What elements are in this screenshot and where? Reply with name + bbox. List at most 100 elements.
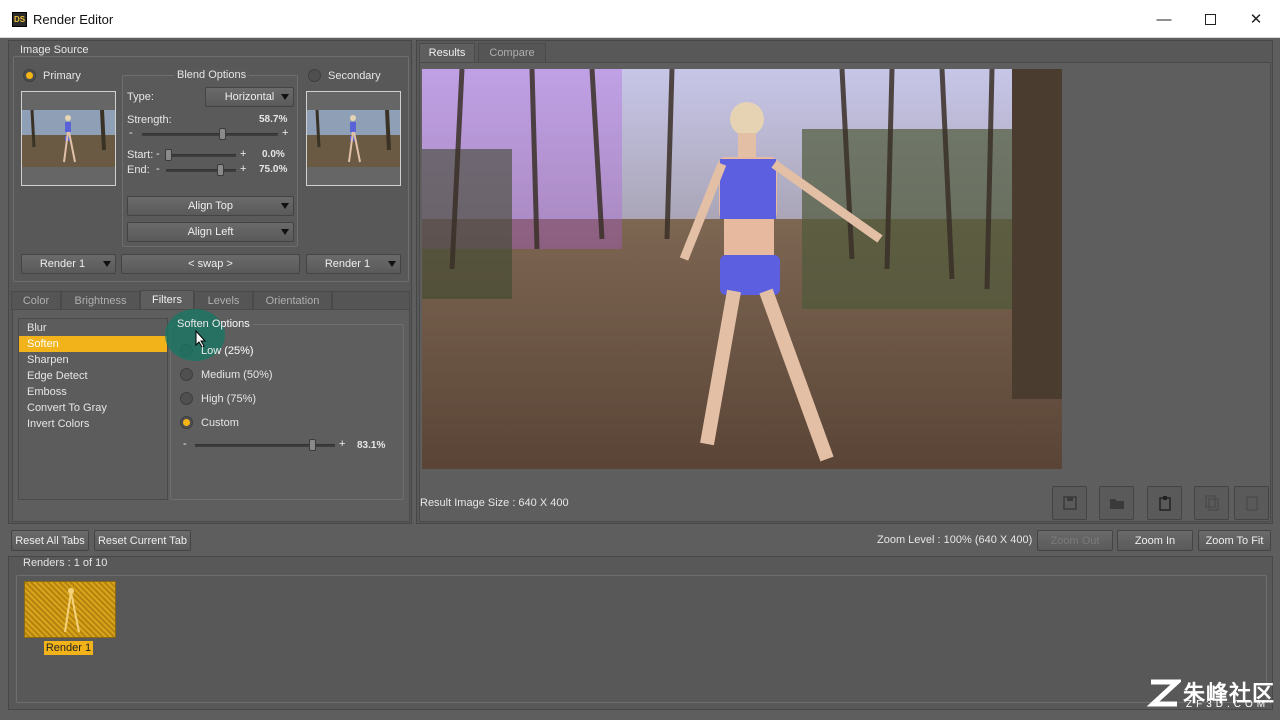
secondary-thumbnail-image	[307, 109, 400, 167]
start-track	[166, 154, 236, 157]
primary-thumbnail-image	[22, 109, 115, 167]
strength-increase[interactable]: +	[282, 127, 288, 139]
close-icon: ✕	[1249, 11, 1263, 28]
open-folder-icon	[1109, 499, 1124, 509]
secondary-render-dropdown[interactable]: Render 1	[306, 254, 401, 274]
align-left-label: Align Left	[187, 226, 234, 238]
filter-item-blur[interactable]: Blur	[19, 320, 167, 336]
align-top-label: Align Top	[187, 200, 234, 212]
strength-value: 58.7%	[259, 114, 288, 125]
option-low-label-overlay: Low (25%)	[201, 345, 254, 357]
filter-list: Blur Soften Sharpen Edge Detect Emboss C…	[18, 318, 168, 500]
zoom-out-button[interactable]: Zoom Out	[1037, 530, 1113, 551]
reset-current-tab-button[interactable]: Reset Current Tab	[94, 530, 191, 551]
filter-item-edge-detect[interactable]: Edge Detect	[19, 368, 167, 384]
filter-item-soften[interactable]: Soften	[19, 336, 167, 352]
primary-radio[interactable]	[23, 69, 36, 82]
chevron-down-icon	[388, 261, 396, 267]
render-item-label[interactable]: Render 1	[44, 641, 93, 655]
tab-compare[interactable]: Compare	[478, 43, 546, 63]
custom-increase[interactable]: +	[339, 438, 345, 450]
watermark-logo	[1146, 676, 1184, 710]
start-label: Start:	[127, 149, 154, 161]
chevron-down-icon	[281, 203, 289, 209]
renders-group	[16, 575, 1267, 703]
start-increase[interactable]: +	[240, 148, 246, 160]
option-high-radio[interactable]	[180, 392, 193, 405]
option-custom-label: Custom	[201, 417, 239, 429]
align-top-dropdown[interactable]: Align Top	[127, 196, 294, 216]
blend-options-label: Blend Options	[174, 69, 250, 81]
primary-render-dropdown[interactable]: Render 1	[21, 254, 116, 274]
secondary-label: Secondary	[328, 70, 381, 82]
copy-button[interactable]	[1194, 486, 1229, 520]
result-image	[422, 69, 1062, 469]
end-track	[166, 169, 236, 172]
align-left-dropdown[interactable]: Align Left	[127, 222, 294, 242]
save-icon	[1062, 496, 1077, 510]
render-thumbnail[interactable]	[24, 581, 116, 638]
paste-button[interactable]	[1147, 486, 1182, 520]
primary-thumbnail	[21, 91, 116, 186]
zoom-level-text: Zoom Level : 100% (640 X 400)	[877, 534, 1033, 546]
filter-item-convert-to-gray[interactable]: Convert To Gray	[19, 400, 167, 416]
custom-value: 83.1%	[357, 440, 386, 451]
zoom-in-button[interactable]: Zoom In	[1117, 530, 1193, 551]
secondary-radio[interactable]	[308, 69, 321, 82]
strength-slider-handle[interactable]	[219, 128, 226, 140]
open-button[interactable]	[1099, 486, 1134, 520]
tab-levels[interactable]: Levels	[194, 291, 253, 310]
end-decrease[interactable]: -	[156, 163, 160, 175]
swap-button[interactable]: < swap >	[121, 254, 300, 274]
secondary-render-value: Render 1	[324, 258, 371, 270]
strength-track	[142, 133, 278, 136]
option-medium-radio[interactable]	[180, 368, 193, 381]
type-label: Type:	[127, 91, 154, 103]
app-icon: DS	[12, 12, 27, 27]
secondary-thumbnail	[306, 91, 401, 186]
clipboard-icon	[1245, 496, 1258, 511]
window-title: Render Editor	[33, 12, 114, 27]
renders-label: Renders : 1 of 10	[20, 557, 111, 569]
tab-color[interactable]: Color	[11, 291, 61, 310]
tab-orientation[interactable]: Orientation	[253, 291, 332, 310]
chevron-down-icon	[103, 261, 111, 267]
primary-label: Primary	[43, 70, 81, 82]
type-value: Horizontal	[224, 91, 275, 103]
chevron-down-icon	[281, 94, 289, 100]
filter-item-invert-colors[interactable]: Invert Colors	[19, 416, 167, 432]
tab-strip-filler	[332, 291, 410, 310]
type-dropdown[interactable]: Horizontal	[205, 87, 294, 107]
option-custom-radio[interactable]	[180, 416, 193, 429]
image-source-label: Image Source	[17, 44, 92, 56]
end-increase[interactable]: +	[240, 163, 246, 175]
reset-all-tabs-button[interactable]: Reset All Tabs	[11, 530, 89, 551]
save-button[interactable]	[1052, 486, 1087, 520]
filter-item-sharpen[interactable]: Sharpen	[19, 352, 167, 368]
soften-options-label-overlay: Soften Options	[177, 318, 250, 330]
end-slider-handle[interactable]	[217, 164, 224, 176]
primary-render-value: Render 1	[39, 258, 86, 270]
custom-slider-handle[interactable]	[309, 439, 316, 451]
option-medium-label: Medium (50%)	[201, 369, 273, 381]
minimize-icon: —	[1156, 10, 1172, 28]
copy-icon	[1204, 495, 1219, 511]
render-thumbnail-image	[64, 588, 80, 633]
start-slider-handle[interactable]	[165, 149, 172, 161]
close-button[interactable]: ✕	[1233, 0, 1279, 38]
chevron-down-icon	[281, 229, 289, 235]
end-value: 75.0%	[259, 164, 288, 175]
tab-filters[interactable]: Filters	[140, 290, 194, 310]
minimize-button[interactable]: —	[1141, 0, 1187, 38]
tab-results[interactable]: Results	[419, 43, 475, 63]
custom-decrease[interactable]: -	[183, 438, 187, 450]
strength-decrease[interactable]: -	[129, 127, 133, 139]
clipboard-button[interactable]	[1234, 486, 1269, 520]
tab-brightness[interactable]: Brightness	[61, 291, 140, 310]
maximize-button[interactable]	[1187, 0, 1233, 38]
end-label: End:	[127, 164, 150, 176]
filter-item-emboss[interactable]: Emboss	[19, 384, 167, 400]
zoom-to-fit-button[interactable]: Zoom To Fit	[1198, 530, 1271, 551]
title-bar: DS Render Editor — ✕	[0, 0, 1280, 38]
start-decrease[interactable]: -	[156, 148, 160, 160]
